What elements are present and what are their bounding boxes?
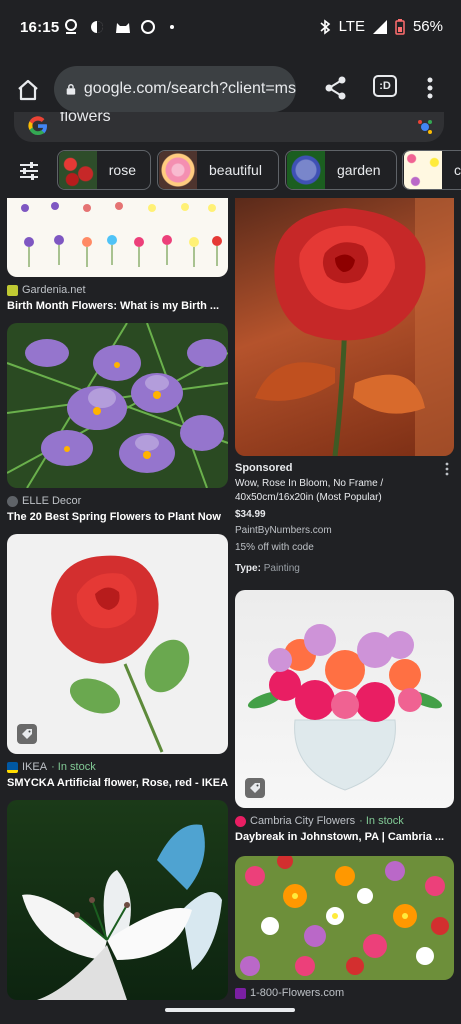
chip-label: garden — [337, 162, 381, 178]
share-icon[interactable] — [322, 74, 350, 102]
more-options-icon[interactable] — [420, 74, 440, 102]
network-type: LTE — [338, 18, 365, 35]
home-icon — [18, 79, 38, 101]
tune-filters-icon[interactable] — [18, 160, 40, 182]
flower-mix-image — [235, 856, 454, 980]
bluetooth-icon — [320, 18, 330, 35]
chip-label: beautiful — [209, 162, 262, 178]
cat-icon — [116, 23, 130, 33]
shopping-tag-icon — [245, 778, 265, 798]
source-name: Gardenia.net — [22, 284, 86, 296]
result-source: IKEA · In stock — [7, 761, 228, 773]
google-logo-icon — [28, 116, 47, 136]
result-card-ikea-rose[interactable]: IKEA · In stock SMYCKA Artificial flower… — [7, 534, 228, 789]
elle-decor-favicon-icon — [7, 495, 18, 507]
stock-status: · In stock — [51, 761, 96, 773]
source-name: IKEA — [22, 761, 48, 773]
bouquet-vase-image — [235, 590, 454, 808]
result-source: ELLE Decor — [7, 495, 228, 507]
source-name: ELLE Decor — [22, 495, 82, 507]
ad-price: $34.99 — [235, 509, 266, 520]
chip-rose[interactable]: rose — [57, 150, 151, 190]
chip-garden[interactable]: garden — [285, 150, 397, 190]
chip-more[interactable]: c — [402, 150, 461, 190]
result-title: Daybreak in Johnstown, PA | Cambria ... — [235, 831, 445, 843]
signal-icon — [372, 19, 387, 34]
1800flowers-favicon-icon — [235, 987, 246, 999]
ad-title-line1: Wow, Rose In Bloom, No Frame / — [235, 478, 384, 489]
result-card-birth-month[interactable]: Gardenia.net Birth Month Flowers: What i… — [7, 198, 228, 312]
chip-label: c — [454, 162, 461, 178]
gardenia-favicon-icon — [7, 284, 18, 296]
location-pin-icon — [65, 19, 77, 34]
result-card-sponsored-rose-painting[interactable]: Sponsored Wow, Rose In Bloom, No Frame /… — [235, 198, 454, 574]
filter-chips-bar: rose beautiful garden c — [0, 146, 461, 196]
browser-toolbar: google.com/search?client=ms :D — [0, 58, 461, 120]
result-card-1800flowers[interactable]: 1-800-Flowers.com — [235, 856, 454, 999]
ad-offer: 15% off with code — [235, 542, 314, 553]
stock-status: · In stock — [359, 815, 404, 827]
gesture-nav-bar[interactable] — [165, 1008, 295, 1012]
results-right-column: Sponsored Wow, Rose In Bloom, No Frame /… — [235, 198, 454, 999]
chip-beautiful-thumbnail — [159, 151, 197, 189]
result-source: Gardenia.net — [7, 284, 228, 296]
result-title: Birth Month Flowers: What is my Birth ..… — [7, 300, 220, 312]
chip-label: rose — [108, 162, 136, 178]
birth-month-chart-image — [7, 198, 228, 277]
circle-icon — [141, 20, 155, 34]
lock-icon — [66, 84, 76, 95]
chip-rose-thumbnail — [59, 151, 97, 189]
sponsored-label: Sponsored — [235, 462, 293, 474]
result-card-spring-flowers[interactable]: ELLE Decor The 20 Best Spring Flowers to… — [7, 323, 228, 523]
red-rose-image — [7, 534, 228, 754]
white-lily-image — [7, 800, 228, 1000]
ikea-favicon-icon — [7, 761, 18, 773]
result-title: SMYCKA Artificial flower, Rose, red - IK… — [7, 777, 228, 789]
battery-percent: 56% — [412, 18, 443, 35]
result-card-lily[interactable] — [7, 800, 228, 1000]
chip-garden-thumbnail — [287, 151, 325, 189]
ad-options-icon[interactable] — [444, 462, 450, 476]
notification-icons — [62, 18, 174, 36]
battery-icon — [395, 18, 405, 35]
rose-painting-image — [235, 198, 454, 456]
cambria-favicon-icon — [235, 815, 246, 827]
ad-seller: PaintByNumbers.com — [235, 525, 332, 536]
search-query: flowers — [60, 112, 111, 125]
search-box[interactable]: flowers — [14, 112, 444, 142]
source-name: 1-800-Flowers.com — [250, 987, 345, 999]
ad-type-value: Painting — [263, 563, 300, 574]
source-name: Cambria City Flowers — [250, 815, 356, 827]
results-left-column: Gardenia.net Birth Month Flowers: What i… — [7, 198, 228, 1000]
crocus-image — [7, 323, 228, 488]
shopping-tag-icon — [17, 724, 37, 744]
more-notifications-dot-icon — [170, 25, 174, 29]
chip-beautiful[interactable]: beautiful — [157, 150, 279, 190]
result-title: The 20 Best Spring Flowers to Plant Now — [7, 511, 221, 523]
google-lens-icon[interactable] — [416, 118, 434, 136]
result-card-cambria-bouquet[interactable]: Cambria City Flowers · In stock Daybreak… — [235, 590, 454, 843]
ad-title-line2: 40x50cm/16x20in (Most Popular) — [235, 492, 382, 503]
url-text: google.com/search?client=ms — [83, 80, 296, 97]
home-button[interactable] — [12, 74, 44, 106]
result-source: Cambria City Flowers · In stock — [235, 815, 454, 827]
chip-more-thumbnail — [404, 151, 442, 189]
status-bar: 16:15 LTE 56% — [0, 0, 461, 58]
status-time: 16:15 — [20, 19, 60, 36]
result-source: 1-800-Flowers.com — [235, 987, 454, 999]
brightness-icon — [91, 21, 103, 33]
address-bar[interactable]: google.com/search?client=ms — [54, 66, 296, 112]
tab-switcher-button[interactable]: :D — [373, 75, 397, 97]
ad-type-label: Type: — [235, 563, 261, 574]
